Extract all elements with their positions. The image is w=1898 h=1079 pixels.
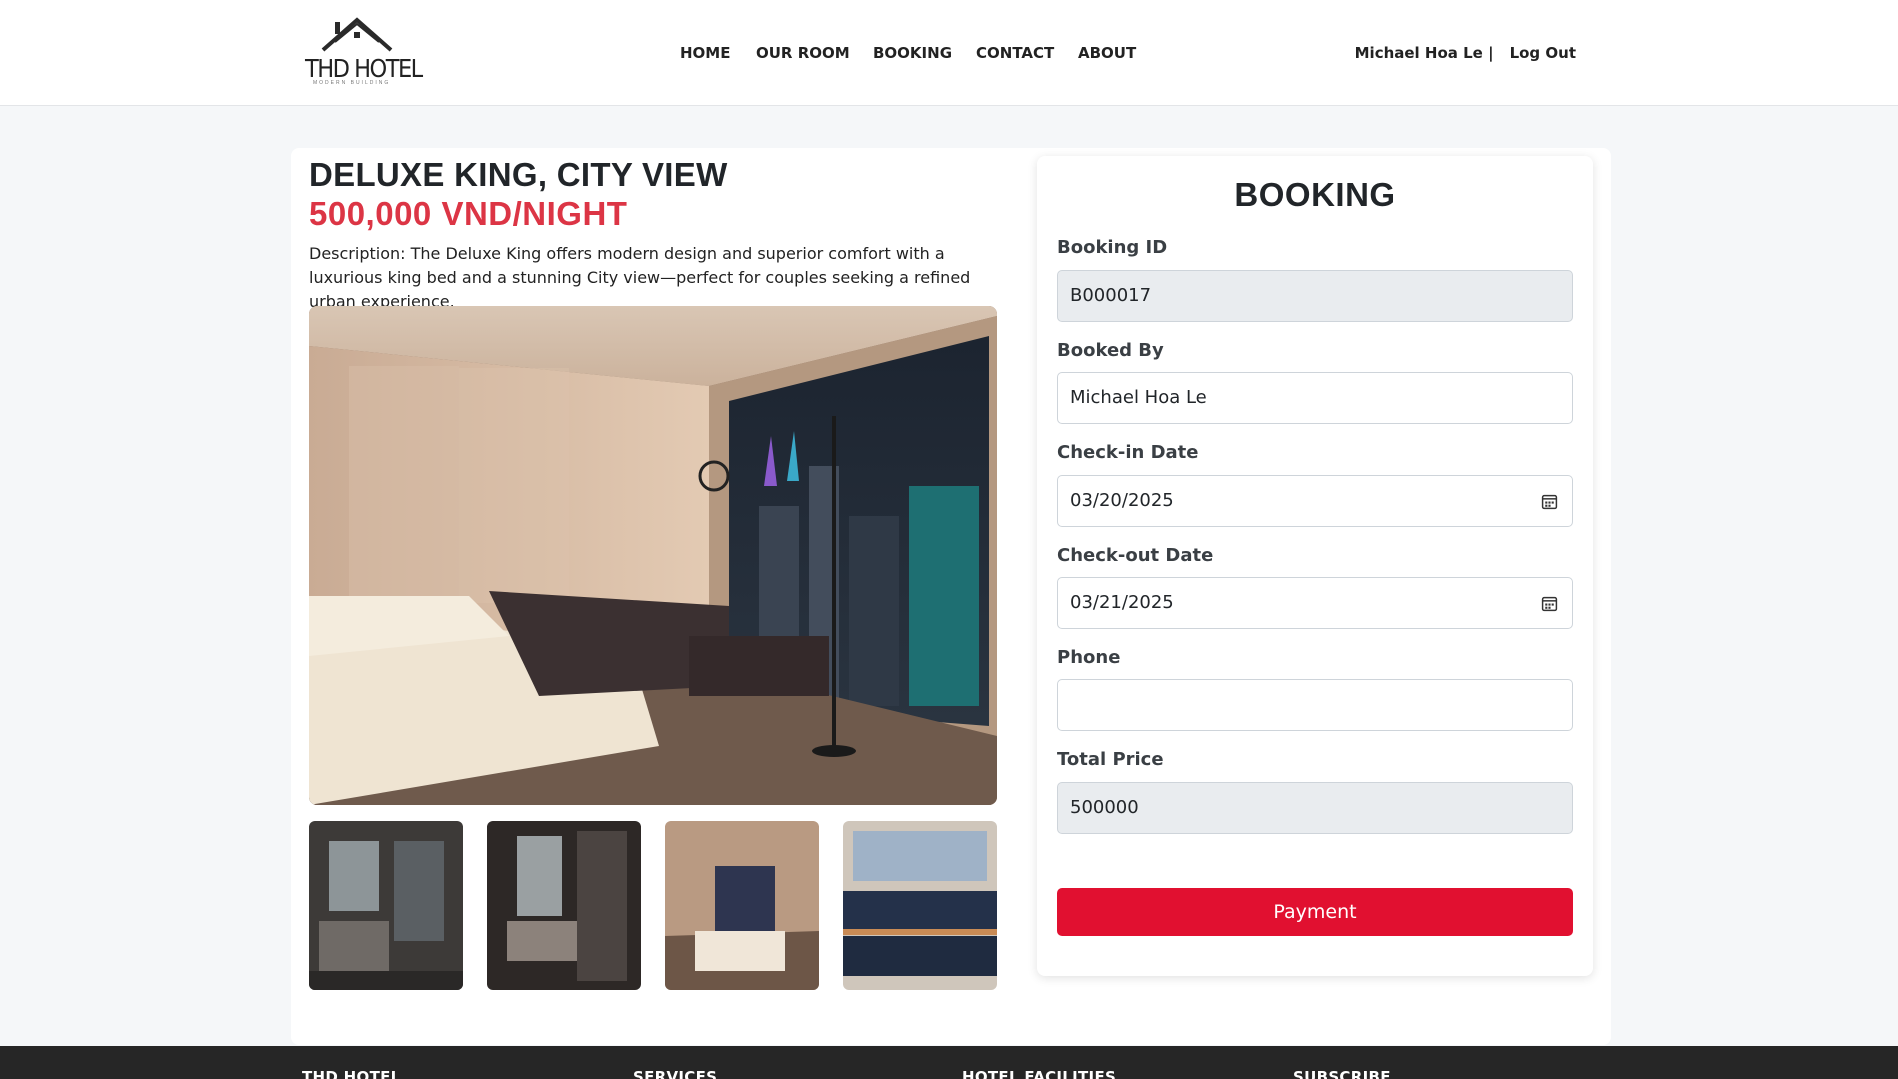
calendar-icon[interactable] (1541, 493, 1558, 510)
booking-title: BOOKING (1234, 176, 1396, 213)
booked-by-label: Booked By (1057, 340, 1164, 361)
user-area: Michael Hoa Le | Log Out (1355, 44, 1576, 62)
phone-field[interactable] (1057, 679, 1573, 731)
footer-heading-hotel: THD HOTEL (302, 1068, 401, 1079)
footer-heading-subscribe: SUBSCRIBE (1293, 1068, 1391, 1079)
thumbnail-bathroom-2[interactable] (487, 821, 641, 990)
payment-button[interactable]: Payment (1057, 888, 1573, 936)
thumbnail-bedroom[interactable] (665, 821, 819, 990)
room-description: Description: The Deluxe King offers mode… (309, 244, 971, 311)
check-out-label: Check-out Date (1057, 545, 1214, 566)
room-price: 500,000 VND/NIGHT (309, 195, 628, 232)
total-price-label: Total Price (1057, 749, 1164, 770)
main-nav: HOME OUR ROOM BOOKING CONTACT ABOUT (0, 44, 1898, 64)
nav-home[interactable]: HOME (680, 44, 730, 62)
check-in-label: Check-in Date (1057, 442, 1199, 463)
booking-id-label: Booking ID (1057, 237, 1168, 258)
phone-label: Phone (1057, 647, 1121, 668)
footer: THD HOTEL SERVICES HOTEL FACILITIES SUBS… (0, 1046, 1898, 1079)
total-price-field: 500000 (1057, 782, 1573, 834)
user-name: Michael Hoa Le | (1354, 44, 1494, 62)
nav-our-room[interactable]: OUR ROOM (756, 44, 850, 62)
footer-heading-facilities: HOTEL FACILITIES (962, 1068, 1117, 1079)
room-title: DELUXE KING, CITY VIEW (309, 156, 728, 193)
footer-heading-services: SERVICES (633, 1068, 718, 1079)
check-out-date-field[interactable]: 03/21/2025 (1057, 577, 1573, 629)
calendar-icon[interactable] (1541, 595, 1558, 612)
nav-contact[interactable]: CONTACT (976, 44, 1054, 62)
check-in-date-field[interactable]: 03/20/2025 (1057, 475, 1573, 527)
check-out-value: 03/21/2025 (1070, 592, 1174, 613)
booked-by-field[interactable]: Michael Hoa Le (1057, 372, 1573, 424)
logo-subtitle: MODERN BUILDING (313, 80, 391, 86)
check-in-value: 03/20/2025 (1070, 490, 1174, 511)
top-navbar: THD HOTEL MODERN BUILDING HOME OUR ROOM … (0, 0, 1898, 106)
booking-id-field: B000017 (1057, 270, 1573, 322)
logout-link[interactable]: Log Out (1510, 44, 1576, 62)
main-room-photo (309, 306, 997, 805)
thumbnail-amenities[interactable] (843, 821, 997, 990)
nav-about[interactable]: ABOUT (1078, 44, 1136, 62)
nav-booking[interactable]: BOOKING (873, 44, 952, 62)
thumbnail-bathroom-1[interactable] (309, 821, 463, 990)
